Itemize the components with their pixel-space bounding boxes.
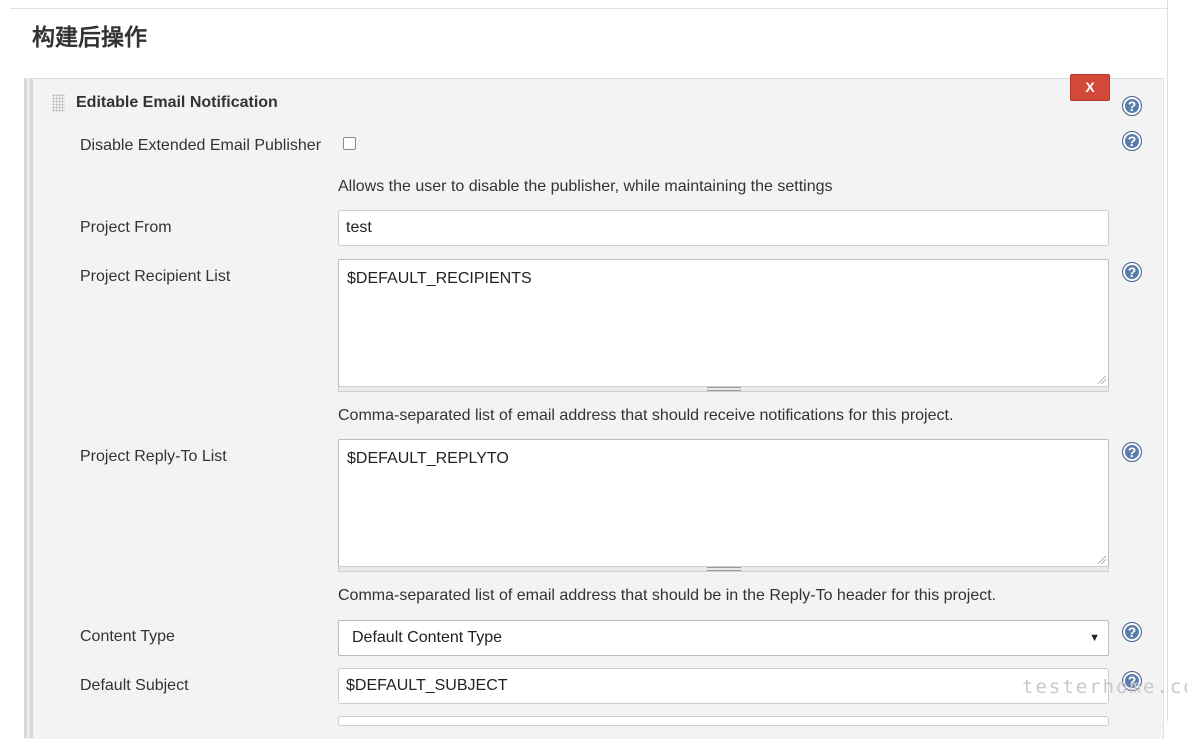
reply-to-list-textarea[interactable]: $DEFAULT_REPLYTO [338,439,1109,567]
recipient-list-resize-bar[interactable] [338,386,1109,392]
recipient-list-label: Project Recipient List [80,268,231,285]
resize-handle-icon[interactable] [1098,376,1106,384]
disable-publisher-label: Disable Extended Email Publisher [80,137,322,154]
next-field-input[interactable] [338,716,1109,726]
default-subject-label: Default Subject [80,677,189,694]
top-divider [10,8,1167,9]
recipient-list-textarea[interactable]: $DEFAULT_RECIPIENTS [338,259,1109,387]
default-subject-input[interactable]: $DEFAULT_SUBJECT [338,668,1109,704]
panel-stripe [24,78,33,738]
grip-icon [707,567,741,571]
content-type-label: Content Type [80,628,175,645]
resize-handle-icon[interactable] [1098,556,1106,564]
content-type-selected: Default Content Type [352,629,503,646]
reply-to-list-value: $DEFAULT_REPLYTO [347,450,509,467]
grip-icon [707,387,741,391]
reply-to-list-description: Comma-separated list of email address th… [338,587,997,604]
content-type-select[interactable]: Default Content Type ▼ [338,620,1109,656]
chevron-down-icon: ▼ [1089,632,1100,644]
drag-handle-icon[interactable] [52,94,65,112]
reply-to-list-resize-bar[interactable] [338,566,1109,572]
help-icon[interactable]: ? [1122,96,1142,116]
help-icon[interactable]: ? [1122,442,1142,462]
delete-button[interactable]: X [1070,74,1110,101]
right-divider [1167,0,1168,721]
help-icon[interactable]: ? [1122,622,1142,642]
reply-to-list-label: Project Reply-To List [80,448,227,465]
block-title: Editable Email Notification [76,94,278,111]
project-from-label: Project From [80,219,172,236]
recipient-list-description: Comma-separated list of email address th… [338,407,954,424]
help-icon[interactable]: ? [1122,262,1142,282]
section-title: 构建后操作 [32,25,147,51]
disable-publisher-checkbox[interactable] [343,137,356,150]
watermark: testerhome.com [1022,676,1187,698]
help-icon[interactable]: ? [1122,131,1142,151]
disable-publisher-description: Allows the user to disable the publisher… [338,178,833,195]
project-from-input[interactable]: test [338,210,1109,246]
recipient-list-value: $DEFAULT_RECIPIENTS [347,270,532,287]
